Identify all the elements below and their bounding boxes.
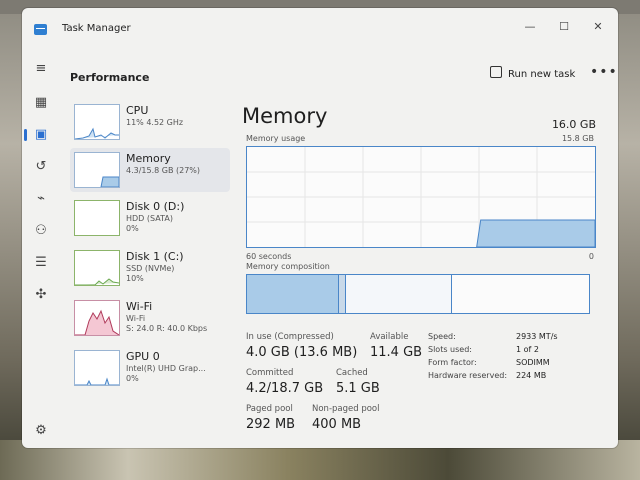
perf-item-disk0[interactable]: Disk 0 (D:) HDD (SATA) 0% (70, 196, 230, 240)
paged-pool-label: Paged pool (246, 404, 293, 414)
app-history-icon[interactable]: ↺ (30, 156, 52, 178)
committed-label: Committed (246, 368, 294, 378)
composition-modified (339, 275, 346, 313)
cached-label: Cached (336, 368, 368, 378)
services-icon[interactable]: ✣ (30, 284, 52, 306)
perf-sub: HDD (SATA) (126, 214, 173, 223)
perf-sub: 11% 4.52 GHz (126, 118, 184, 127)
performance-icon[interactable]: ▣ (24, 124, 52, 146)
usage-max: 15.8 GB (561, 134, 594, 143)
perf-item-disk1[interactable]: Disk 1 (C:) SSD (NVMe) 10% (70, 246, 230, 290)
settings-icon[interactable]: ⚙ (30, 420, 52, 442)
perf-sub: Wi-Fi (126, 314, 146, 323)
task-manager-icon (34, 24, 47, 35)
nonpaged-pool-label: Non-paged pool (312, 404, 380, 414)
perf-sub: 4.3/15.8 GB (27%) (126, 166, 201, 175)
perf-name: Wi-Fi (126, 300, 153, 313)
perf-name: GPU 0 (126, 350, 160, 363)
disk1-thumbnail (74, 250, 120, 286)
paged-pool-value: 292 MB (246, 417, 296, 432)
cached-value: 5.1 GB (336, 381, 380, 396)
memory-detail-panel: Memory 16.0 GB Memory usage 15.8 GB 60 s… (242, 100, 598, 440)
perf-name: CPU (126, 104, 149, 117)
memory-usage-graph (246, 146, 596, 248)
maximize-button[interactable]: ☐ (554, 18, 574, 36)
usage-area (476, 219, 595, 247)
perf-item-cpu[interactable]: CPU 11% 4.52 GHz (70, 100, 230, 144)
spec-label: Hardware reserved: (428, 371, 508, 380)
title-bar[interactable]: Task Manager — ☐ ✕ (22, 8, 618, 48)
perf-item-wifi[interactable]: Wi-Fi Wi-Fi S: 24.0 R: 40.0 Kbps (70, 296, 230, 340)
page-title: Performance (70, 71, 150, 84)
time-left-label: 60 seconds (246, 252, 292, 261)
hamburger-icon[interactable]: ≡ (30, 58, 52, 80)
memory-composition-bar (246, 274, 590, 314)
details-icon[interactable]: ☰ (30, 252, 52, 274)
run-task-icon (490, 66, 502, 78)
close-button[interactable]: ✕ (588, 18, 608, 36)
available-label: Available (370, 332, 409, 342)
usage-graph-svg (247, 147, 595, 247)
in-use-value: 4.0 GB (13.6 MB) (246, 345, 358, 360)
wifi-thumbnail (74, 300, 120, 336)
spec-label: Speed: (428, 332, 456, 341)
perf-sub: SSD (NVMe) (126, 264, 175, 273)
run-task-label: Run new task (508, 69, 576, 80)
perf-sub-2: S: 24.0 R: 40.0 Kbps (126, 324, 208, 333)
spec-label: Form factor: (428, 358, 477, 367)
total-memory: 16.0 GB (551, 118, 596, 131)
composition-free (452, 275, 588, 313)
gpu-thumbnail (74, 350, 120, 386)
detail-title: Memory (242, 104, 328, 128)
page-header: Performance Run new task ••• (60, 48, 618, 92)
disk0-thumbnail (74, 200, 120, 236)
committed-value: 4.2/18.7 GB (246, 381, 324, 396)
perf-sub: Intel(R) UHD Grap... (126, 364, 206, 373)
processes-icon[interactable]: ▦ (30, 92, 52, 114)
perf-name: Disk 0 (D:) (126, 200, 185, 213)
startup-apps-icon[interactable]: ⌁ (30, 188, 52, 210)
composition-label: Memory composition (246, 262, 330, 271)
perf-name: Disk 1 (C:) (126, 250, 184, 263)
memory-thumbnail (74, 152, 120, 188)
spec-value: SODIMM (516, 358, 550, 367)
task-manager-window: Task Manager — ☐ ✕ ≡ ▦ ▣ ↺ ⌁ ⚇ ☰ ✣ ⚙ Per… (22, 8, 618, 448)
available-value: 11.4 GB (370, 345, 423, 360)
run-new-task-button[interactable]: Run new task (490, 66, 575, 86)
spec-value: 2933 MT/s (516, 332, 558, 341)
perf-item-memory[interactable]: Memory 4.3/15.8 GB (27%) (70, 148, 230, 192)
app-title: Task Manager (62, 23, 131, 34)
nav-sidebar: ≡ ▦ ▣ ↺ ⌁ ⚇ ☰ ✣ ⚙ (22, 48, 60, 448)
perf-sub-2: 0% (126, 224, 139, 233)
cpu-thumbnail (74, 104, 120, 140)
nonpaged-pool-value: 400 MB (312, 417, 362, 432)
perf-sub-2: 10% (126, 274, 144, 283)
minimize-button[interactable]: — (520, 18, 540, 36)
time-right-label: 0 (588, 252, 594, 261)
composition-standby (346, 275, 452, 313)
in-use-label: In use (Compressed) (246, 332, 334, 342)
perf-sub-2: 0% (126, 374, 139, 383)
spec-value: 1 of 2 (516, 345, 539, 354)
more-options-button[interactable]: ••• (590, 64, 618, 80)
perf-name: Memory (126, 152, 171, 165)
perf-item-gpu[interactable]: GPU 0 Intel(R) UHD Grap... 0% (70, 346, 230, 390)
usage-label: Memory usage (246, 134, 306, 143)
users-icon[interactable]: ⚇ (30, 220, 52, 242)
spec-label: Slots used: (428, 345, 472, 354)
performance-list: CPU 11% 4.52 GHz Memory 4.3/15.8 GB (27%… (70, 100, 230, 440)
composition-in-use (247, 275, 339, 313)
spec-value: 224 MB (516, 371, 547, 380)
